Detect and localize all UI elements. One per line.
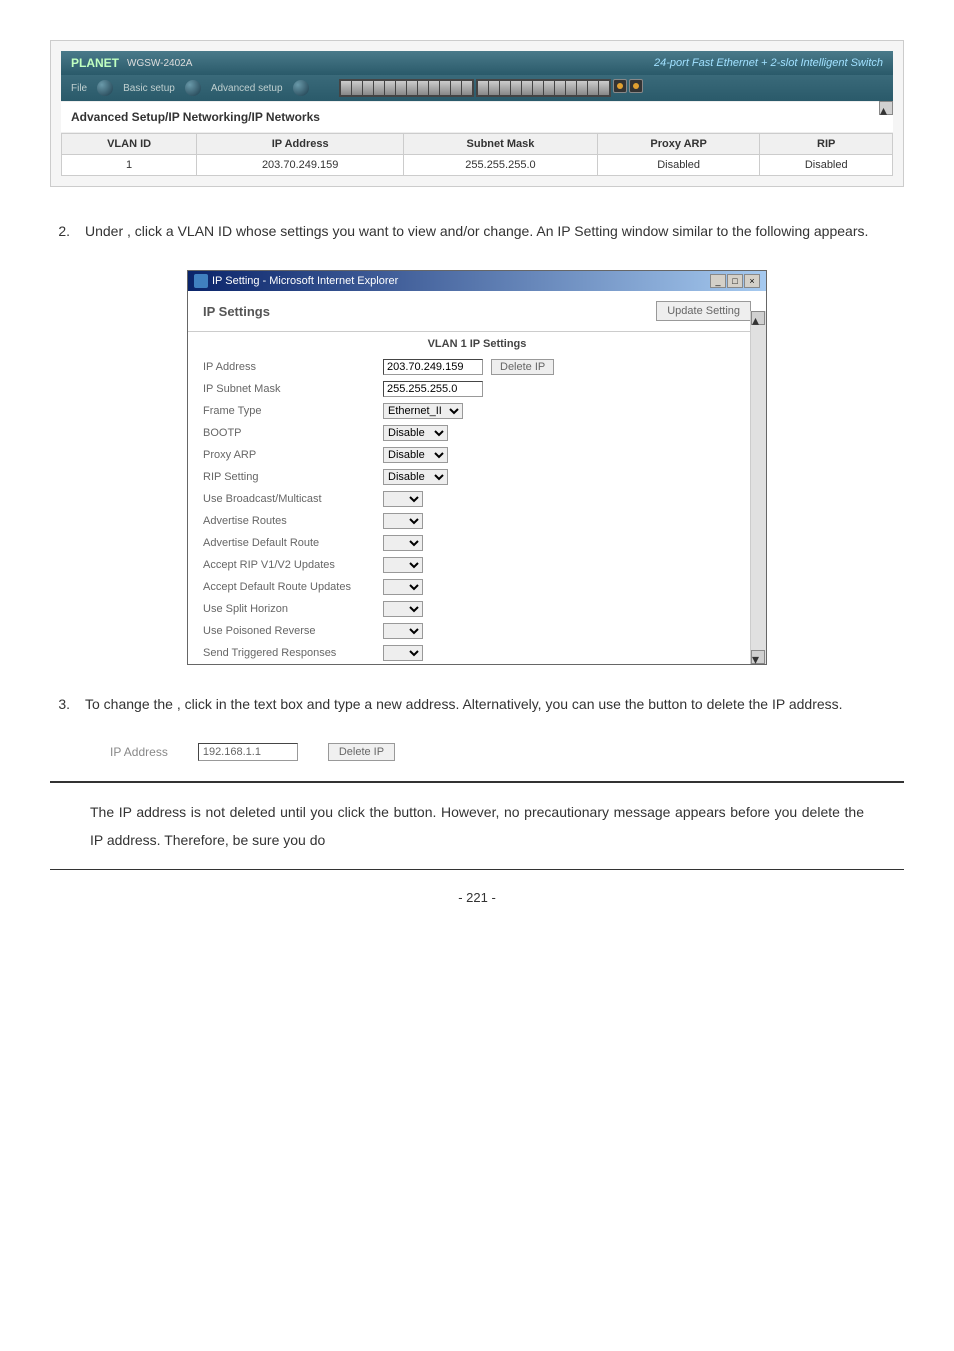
switch-nav: File Basic setup Advanced setup: [61, 75, 893, 101]
broadcast-label: Use Broadcast/Multicast: [203, 493, 383, 505]
col-proxy-arp: Proxy ARP: [597, 134, 760, 155]
page-number: - 221 -: [50, 890, 904, 905]
table-row: 1 203.70.249.159 255.255.255.0 Disabled …: [62, 155, 893, 176]
triggered-responses-select[interactable]: [383, 645, 423, 661]
window-titlebar: IP Setting - Microsoft Internet Explorer…: [188, 271, 766, 291]
triggered-responses-label: Send Triggered Responses: [203, 647, 383, 659]
nav-button-1[interactable]: [97, 80, 113, 96]
scroll-down-icon[interactable]: ▾: [751, 650, 765, 664]
cell-ip-address: 203.70.249.159: [197, 155, 404, 176]
advertise-routes-select[interactable]: [383, 513, 423, 529]
vertical-scrollbar[interactable]: ▴ ▾: [750, 311, 766, 664]
nav-advanced-setup[interactable]: Advanced setup: [211, 83, 283, 94]
proxy-arp-label: Proxy ARP: [203, 449, 383, 461]
delete-ip-button[interactable]: Delete IP: [491, 359, 554, 375]
accept-default-select[interactable]: [383, 579, 423, 595]
instruction-step-3: 3. To change the , click in the text box…: [50, 690, 879, 718]
ip-address-input-standalone[interactable]: [198, 743, 298, 761]
ie-icon: [194, 274, 208, 288]
switch-admin-screenshot: PLANET WGSW-2402A 24-port Fast Ethernet …: [50, 40, 904, 187]
vlan-settings-title: VLAN 1 IP Settings: [188, 332, 766, 356]
scroll-up-arrow[interactable]: ▴: [879, 101, 893, 115]
col-vlan-id: VLAN ID: [62, 134, 197, 155]
rip-setting-label: RIP Setting: [203, 471, 383, 483]
poisoned-reverse-select[interactable]: [383, 623, 423, 639]
rip-setting-select[interactable]: Disable: [383, 469, 448, 485]
ip-address-input[interactable]: [383, 359, 483, 375]
ip-settings-heading: IP Settings: [203, 304, 270, 319]
advertise-default-label: Advertise Default Route: [203, 537, 383, 549]
logo: PLANET: [71, 56, 119, 70]
col-rip: RIP: [760, 134, 893, 155]
step3-text1: To change the: [85, 696, 177, 712]
nav-button-2[interactable]: [185, 80, 201, 96]
accept-rip-label: Accept RIP V1/V2 Updates: [203, 559, 383, 571]
ip-address-label: IP Address: [203, 361, 383, 373]
close-button[interactable]: ×: [744, 274, 760, 288]
ip-networks-table: VLAN ID IP Address Subnet Mask Proxy ARP…: [61, 133, 893, 176]
cell-vlan-id[interactable]: 1: [62, 155, 197, 176]
port-panel: [339, 79, 883, 97]
cell-subnet-mask: 255.255.255.0: [404, 155, 598, 176]
proxy-arp-select[interactable]: Disable: [383, 447, 448, 463]
bootp-select[interactable]: Disable: [383, 425, 448, 441]
accept-rip-select[interactable]: [383, 557, 423, 573]
model-number: WGSW-2402A: [127, 58, 192, 69]
broadcast-select[interactable]: [383, 491, 423, 507]
table-header-row: VLAN ID IP Address Subnet Mask Proxy ARP…: [62, 134, 893, 155]
device-slogan: 24-port Fast Ethernet + 2-slot Intellige…: [654, 57, 883, 69]
subnet-mask-label: IP Subnet Mask: [203, 383, 383, 395]
advertise-routes-label: Advertise Routes: [203, 515, 383, 527]
maximize-button[interactable]: □: [727, 274, 743, 288]
breadcrumb: Advanced Setup/IP Networking/IP Networks: [61, 101, 893, 133]
window-title: IP Setting - Microsoft Internet Explorer: [212, 275, 398, 287]
step2-text-after: , click a VLAN ID whose settings you wan…: [127, 223, 868, 239]
step2-text-before: Under: [85, 223, 127, 239]
instruction-step-2: 2. Under , click a VLAN ID whose setting…: [50, 217, 879, 245]
ip-address-label-standalone: IP Address: [110, 745, 168, 759]
uplink-2: [629, 79, 643, 93]
bootp-label: BOOTP: [203, 427, 383, 439]
scroll-up-icon[interactable]: ▴: [751, 311, 765, 325]
ip-address-example-row: IP Address Delete IP: [110, 743, 844, 761]
advertise-default-select[interactable]: [383, 535, 423, 551]
step-number: 3.: [50, 690, 70, 718]
col-ip-address: IP Address: [197, 134, 404, 155]
accept-default-label: Accept Default Route Updates: [203, 581, 383, 593]
split-horizon-select[interactable]: [383, 601, 423, 617]
step-number: 2.: [50, 217, 70, 245]
cell-rip: Disabled: [760, 155, 893, 176]
ip-setting-window: IP Setting - Microsoft Internet Explorer…: [187, 270, 767, 665]
cell-proxy-arp: Disabled: [597, 155, 760, 176]
frame-type-label: Frame Type: [203, 405, 383, 417]
poisoned-reverse-label: Use Poisoned Reverse: [203, 625, 383, 637]
nav-basic-setup[interactable]: Basic setup: [123, 83, 175, 94]
frame-type-select[interactable]: Ethernet_II: [383, 403, 463, 419]
nav-button-3[interactable]: [293, 80, 309, 96]
step3-text3: button to delete the IP address.: [648, 696, 842, 712]
note-section: The IP address is not deleted until you …: [50, 781, 904, 870]
note-text1: The IP address is not deleted until you …: [90, 804, 394, 820]
nav-file[interactable]: File: [71, 83, 87, 94]
col-subnet-mask: Subnet Mask: [404, 134, 598, 155]
delete-ip-button-standalone[interactable]: Delete IP: [328, 743, 395, 761]
switch-header: PLANET WGSW-2402A 24-port Fast Ethernet …: [61, 51, 893, 75]
uplink-1: [613, 79, 627, 93]
subnet-mask-input[interactable]: [383, 381, 483, 397]
update-setting-button[interactable]: Update Setting: [656, 301, 751, 321]
split-horizon-label: Use Split Horizon: [203, 603, 383, 615]
step3-text2: , click in the text box and type a new a…: [177, 696, 648, 712]
minimize-button[interactable]: _: [710, 274, 726, 288]
